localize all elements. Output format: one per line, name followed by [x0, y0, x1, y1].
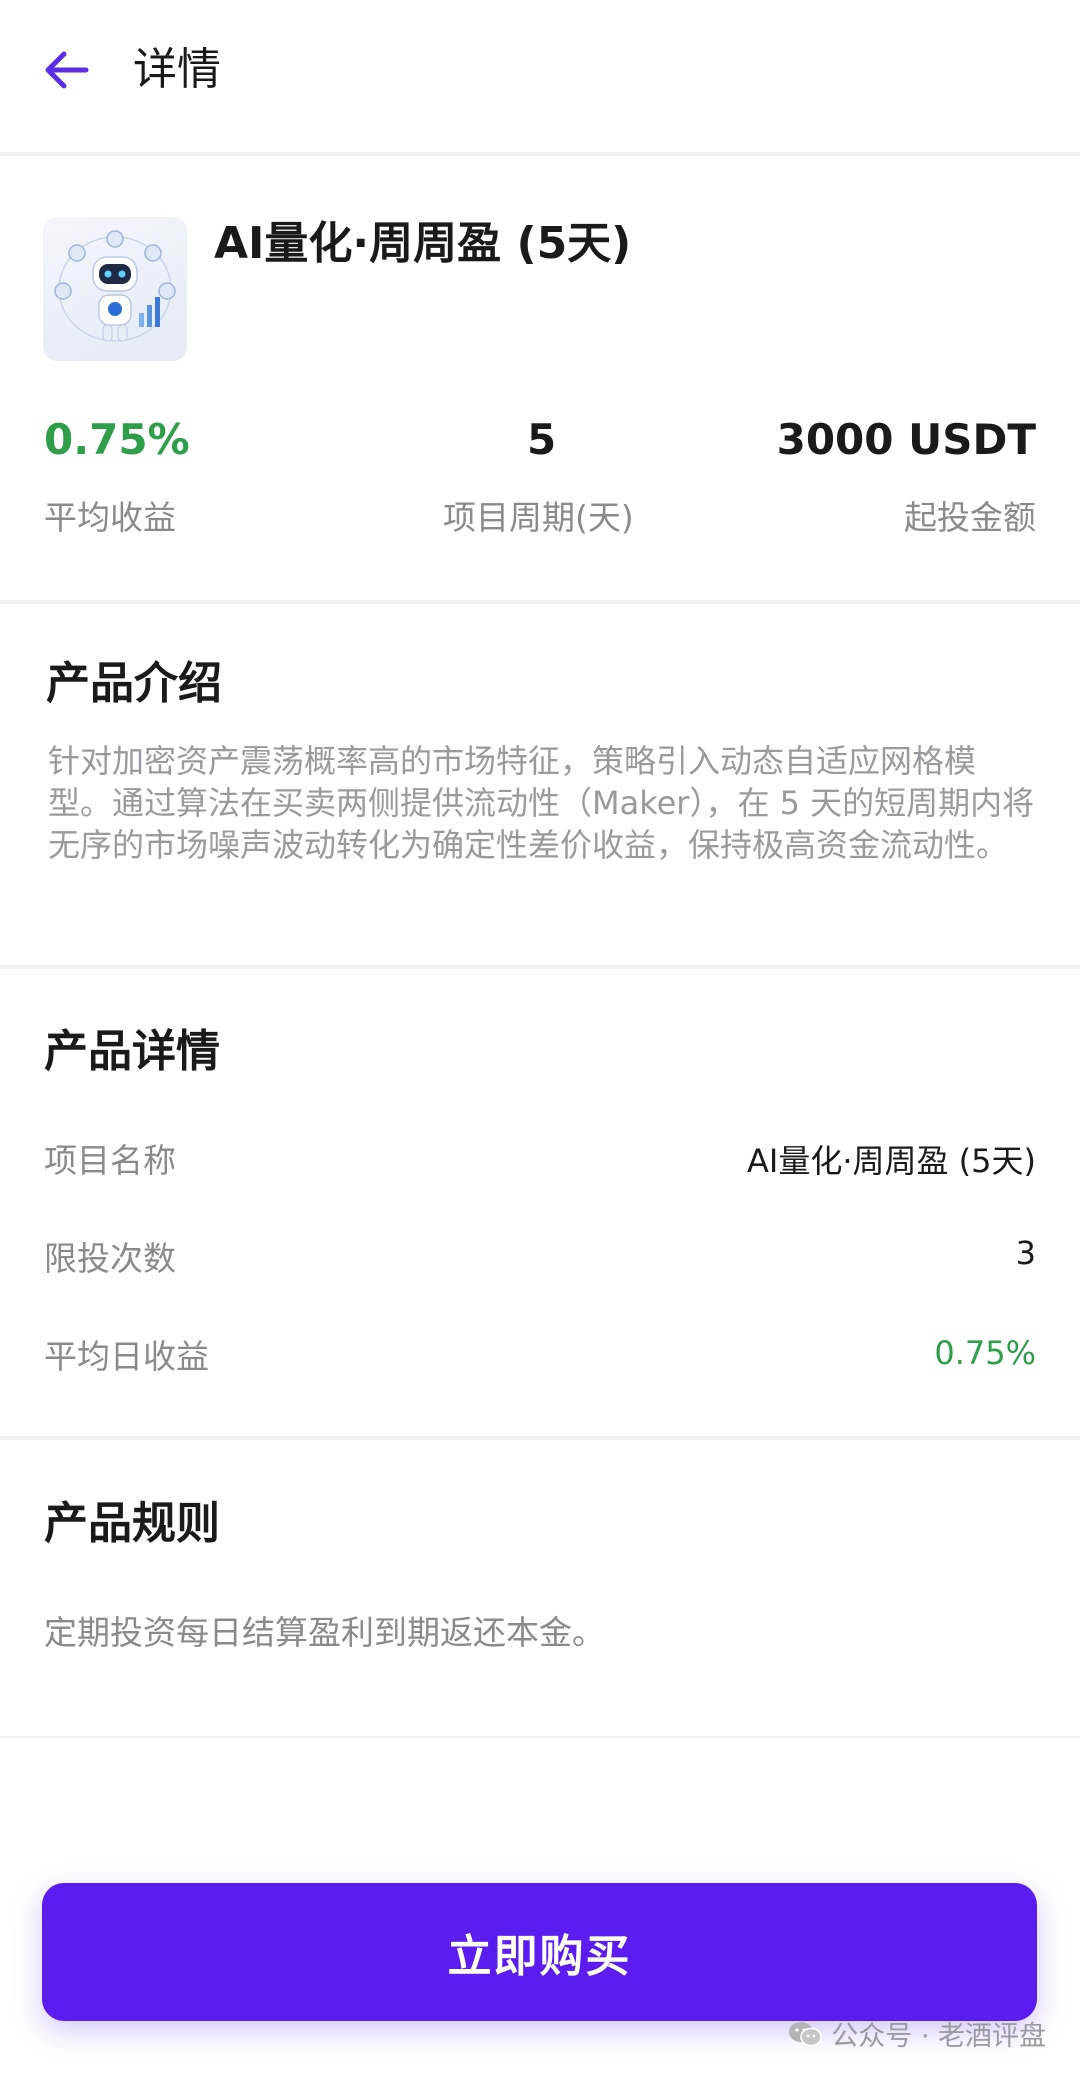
intro-text: 针对加密资产震荡概率高的市场特征，策略引入动态自适应网格模型。通过算法在买卖两侧… — [48, 742, 1035, 864]
detail-row-label: 平均日收益 — [44, 1337, 209, 1376]
watermark: 公众号 · 老酒评盘 — [787, 2014, 1046, 2053]
min-investment-label: 起投金额 — [904, 498, 1036, 537]
page-title: 详情 — [133, 44, 221, 95]
detail-page: 详情 AI量化·周周盈 (5天) 0.75% 5 3000 USDT 平均收益 … — [0, 0, 1080, 2083]
ai-robot-image — [54, 230, 176, 342]
top-bar: 详情 — [0, 0, 1080, 150]
rules-title: 产品规则 — [44, 1498, 220, 1549]
product-name: AI量化·周周盈 (5天) — [214, 218, 632, 269]
divider — [0, 965, 1080, 969]
min-investment-value: 3000 USDT — [776, 415, 1036, 464]
detail-row-label: 项目名称 — [44, 1141, 176, 1180]
divider — [0, 1736, 1080, 1738]
average-return-value: 0.75% — [44, 415, 190, 464]
back-button[interactable] — [40, 44, 92, 96]
divider — [0, 1436, 1080, 1440]
buy-now-button[interactable]: 立即购买 — [42, 1883, 1037, 2021]
watermark-text: 公众号 · 老酒评盘 — [831, 2021, 1046, 2052]
detail-row-value: AI量化·周周盈 (5天) — [746, 1142, 1036, 1180]
average-return-label: 平均收益 — [44, 498, 176, 537]
detail-row-value: 0.75% — [934, 1334, 1036, 1372]
details-title: 产品详情 — [44, 1026, 220, 1077]
detail-row-label: 限投次数 — [44, 1239, 176, 1278]
project-period-value: 5 — [527, 415, 557, 464]
divider — [0, 152, 1080, 156]
divider — [0, 600, 1080, 604]
arrow-left-icon — [45, 51, 89, 89]
buy-now-label: 立即购买 — [447, 1932, 632, 1981]
product-thumbnail — [43, 217, 187, 361]
intro-title: 产品介绍 — [46, 658, 222, 709]
project-period-label: 项目周期(天) — [443, 498, 634, 537]
rules-text: 定期投资每日结算盈利到期返还本金。 — [44, 1613, 605, 1652]
wechat-icon — [789, 2021, 822, 2046]
detail-row-value: 3 — [1015, 1234, 1036, 1272]
